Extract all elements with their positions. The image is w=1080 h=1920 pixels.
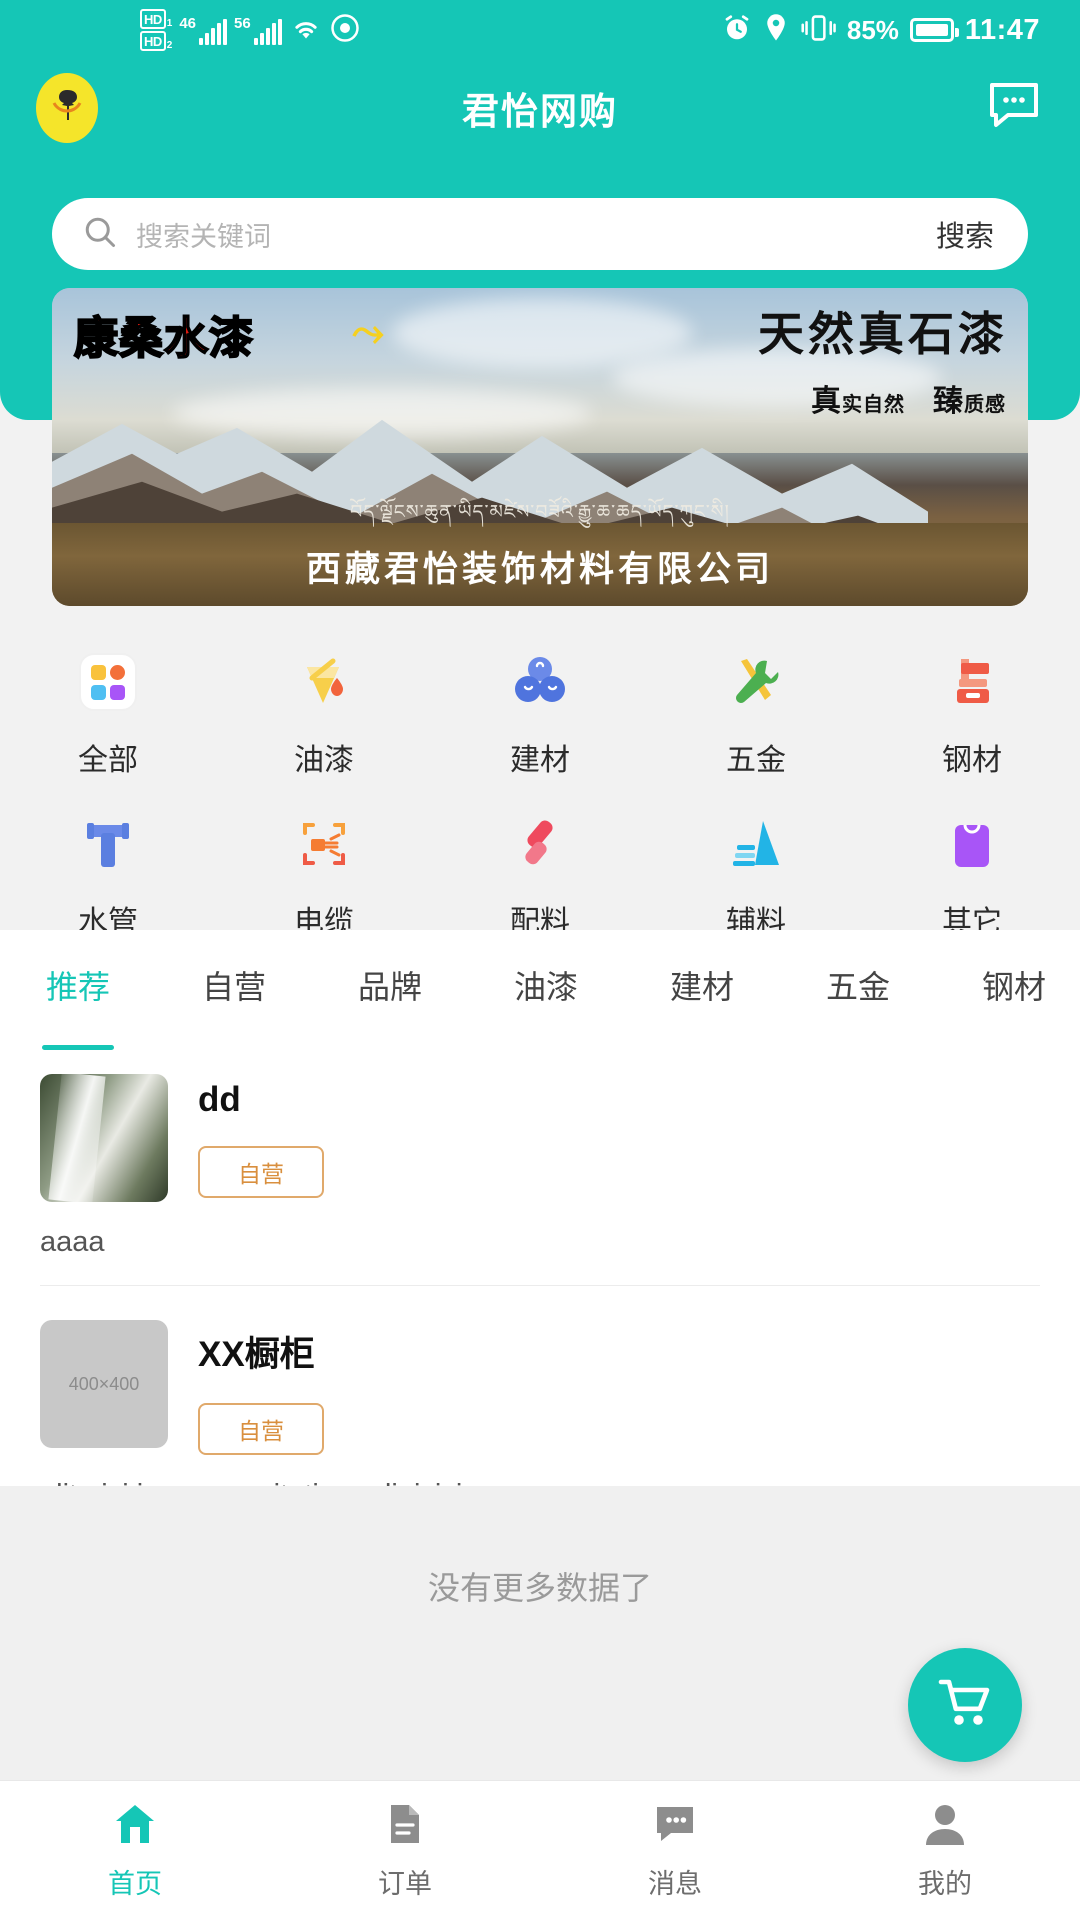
category-label: 钢材: [942, 744, 1002, 777]
other-bag-icon: [935, 807, 1009, 881]
banner-subtitle-2-small: 质感: [964, 394, 1006, 416]
tab-recommend[interactable]: 推荐: [0, 930, 156, 1008]
category-steel[interactable]: 钢材: [864, 631, 1080, 793]
paint-bucket-icon: [287, 645, 361, 719]
water-pipe-icon: [71, 807, 145, 881]
home-icon: [111, 1801, 159, 1854]
product-item[interactable]: dd 自营 aaaa: [0, 1050, 1080, 1296]
banner-swoosh-icon: ⤳: [352, 310, 384, 354]
product-tabs: 推荐 自营 品牌 油漆 建材 五金 钢材: [0, 930, 1080, 1050]
product-name: dd: [198, 1080, 241, 1119]
location-icon: [763, 13, 789, 48]
search-input[interactable]: 搜索关键词: [136, 215, 936, 254]
wifi-icon: [289, 14, 323, 47]
network-type-2: 56: [234, 14, 251, 32]
banner-tibetan-text: བོད་ལྗོངས་ཆུན་ཡིད་མཛེས་བཟོའི་རྒྱུ་ཆ་ཆད་ཡ…: [350, 502, 730, 523]
banner-subtitle-1: 真: [810, 385, 842, 418]
category-paint[interactable]: 油漆: [216, 631, 432, 793]
no-more-data-text: 没有更多数据了: [0, 1486, 1080, 1786]
category-hardware[interactable]: 五金: [648, 631, 864, 793]
category-label: 五金: [726, 744, 786, 777]
network-type-1: 46: [179, 14, 197, 32]
banner-cloud: [392, 298, 692, 368]
product-name: XX橱柜: [198, 1335, 315, 1374]
battery-percent: 85%: [846, 14, 899, 45]
cable-icon: [287, 807, 361, 881]
search-icon: [82, 214, 118, 255]
hd1-sim-label: 1: [166, 18, 173, 29]
tab-building-material[interactable]: 建材: [624, 930, 780, 1008]
banner-title: 天然真石漆: [758, 308, 1008, 360]
signal-bars-icon-2: [253, 18, 282, 45]
tab-steel[interactable]: 钢材: [936, 930, 1080, 1008]
steel-icon: [935, 645, 1009, 719]
tab-hardware[interactable]: 五金: [780, 930, 936, 1008]
promo-banner[interactable]: 康桑水漆 ⤳ 天然真石漆 真实自然 臻质感 བོད་ལྗོངས་ཆུན་ཡིད་…: [52, 288, 1028, 606]
shopping-cart-icon: [937, 1676, 993, 1735]
banner-company-name: 西藏君怡装饰材料有限公司: [305, 550, 774, 589]
nav-label: 订单: [378, 1868, 432, 1899]
status-bar-left: HD 1 HD 2 46 56: [140, 9, 360, 51]
hardware-tools-icon: [719, 645, 793, 719]
hd2-icon: HD: [140, 31, 166, 51]
eye-icon: [330, 13, 360, 48]
thumbnail-placeholder-label: 400×400: [68, 1373, 140, 1394]
status-badge: 自营: [198, 1403, 324, 1455]
clock-time: 11:47: [964, 13, 1040, 46]
hd1-icon: HD: [140, 9, 166, 29]
vibrate-icon: [800, 14, 836, 47]
parts-icon: [503, 807, 577, 881]
search-button[interactable]: 搜索: [936, 213, 994, 255]
tab-paint[interactable]: 油漆: [468, 930, 624, 1008]
grid-all-icon: [71, 645, 145, 719]
battery-icon: [909, 18, 959, 42]
status-bar: HD 1 HD 2 46 56 85% 11:47: [0, 0, 1080, 60]
banner-subtitle-1-small: 实自然: [841, 394, 905, 416]
person-icon: [921, 1801, 969, 1854]
category-all[interactable]: 全部: [0, 631, 216, 793]
signal-bars-icon-1: [199, 18, 228, 45]
bottom-navigation: 首页 订单 消息 我的: [0, 1780, 1080, 1920]
auxiliary-material-icon: [719, 807, 793, 881]
status-badge: 自营: [198, 1146, 324, 1198]
message-bubble-icon: [651, 1801, 699, 1854]
category-label: 全部: [78, 744, 138, 777]
message-icon[interactable]: [988, 81, 1040, 134]
product-description: aaaa: [40, 1226, 105, 1258]
page-title: 君怡网购: [462, 90, 618, 132]
hd-indicators: HD 1 HD 2: [140, 9, 172, 51]
tab-brand[interactable]: 品牌: [312, 930, 468, 1008]
signal-group-1: 46: [179, 14, 228, 45]
category-building-material[interactable]: 建材: [432, 631, 648, 793]
nav-label: 消息: [648, 1868, 702, 1899]
app-bar: 君怡网购: [0, 60, 1080, 155]
hd2-sim-label: 2: [166, 40, 173, 51]
category-label: 油漆: [294, 744, 354, 777]
banner-subtitle: 真实自然 臻质感: [811, 376, 1006, 420]
nav-item-profile[interactable]: 我的: [810, 1781, 1080, 1920]
product-thumbnail: [40, 1074, 168, 1202]
category-label: 建材: [510, 744, 570, 777]
banner-brand-text: 康桑水漆: [73, 312, 254, 365]
category-row-1: 全部 油漆 建材 五金 钢材: [0, 631, 1080, 793]
order-document-icon: [381, 1801, 429, 1854]
alarm-icon: [722, 13, 752, 48]
product-thumbnail: 400×400: [40, 1320, 168, 1448]
nav-label: 首页: [108, 1868, 162, 1899]
nav-item-orders[interactable]: 订单: [270, 1781, 540, 1920]
search-bar[interactable]: 搜索关键词 搜索: [52, 198, 1028, 270]
nav-item-messages[interactable]: 消息: [540, 1781, 810, 1920]
cart-fab-button[interactable]: [908, 1648, 1022, 1762]
tab-self-operated[interactable]: 自营: [156, 930, 312, 1008]
divider: [40, 1285, 1040, 1286]
nav-label: 我的: [918, 1868, 972, 1899]
nav-item-home[interactable]: 首页: [0, 1781, 270, 1920]
banner-subtitle-2: 臻: [933, 385, 964, 418]
product-list: dd 自营 aaaa 400×400 XX橱柜 自营 elit nisi iru…: [0, 1050, 1080, 1522]
signal-group-2: 56: [234, 16, 282, 45]
building-material-icon: [503, 645, 577, 719]
status-bar-right: 85% 11:47: [722, 13, 1040, 48]
